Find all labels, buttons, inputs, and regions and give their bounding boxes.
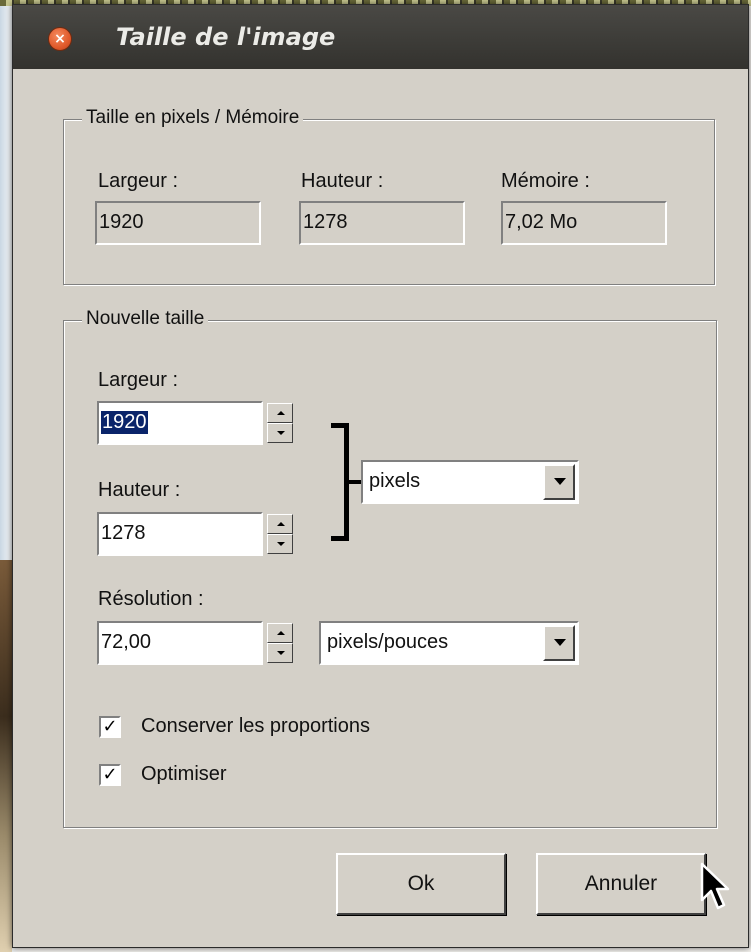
window-title: Taille de l'image	[116, 23, 336, 51]
current-width-value: 1920	[95, 201, 261, 245]
link-bracket-icon	[331, 423, 349, 541]
new-width-spinner[interactable]	[267, 403, 293, 443]
mouse-pointer-icon	[700, 862, 730, 910]
image-size-dialog: × Taille de l'image Taille en pixels / M…	[12, 4, 749, 948]
new-height-input[interactable]: 1278	[97, 512, 263, 556]
keep-proportions-label[interactable]: Conserver les proportions	[141, 715, 370, 738]
size-unit-value: pixels	[369, 470, 421, 492]
new-size-legend: Nouvelle taille	[82, 308, 209, 330]
new-height-label: Hauteur :	[98, 479, 181, 501]
resolution-value: 72,00	[101, 631, 152, 653]
title-bar: × Taille de l'image	[13, 5, 748, 69]
new-height-spinner[interactable]	[267, 514, 293, 554]
arrow-down-icon[interactable]	[267, 423, 293, 443]
arrow-down-icon[interactable]	[267, 534, 293, 554]
optimize-checkbox[interactable]: ✓	[99, 764, 121, 786]
optimize-label[interactable]: Optimiser	[141, 763, 227, 786]
memory-label: Mémoire :	[501, 170, 590, 192]
arrow-up-icon[interactable]	[267, 403, 293, 423]
close-icon[interactable]: ×	[48, 27, 72, 51]
new-width-label: Largeur :	[98, 369, 179, 391]
arrow-up-icon[interactable]	[267, 623, 293, 643]
new-size-group: Nouvelle taille	[63, 308, 717, 828]
current-height-value: 1278	[299, 201, 465, 245]
new-height-value: 1278	[101, 522, 146, 544]
keep-proportions-checkbox[interactable]: ✓	[99, 716, 121, 738]
resolution-unit-value: pixels/pouces	[327, 631, 449, 653]
size-unit-select[interactable]: pixels	[361, 460, 579, 504]
new-width-value: 1920	[101, 411, 148, 434]
chevron-down-icon[interactable]	[543, 464, 575, 500]
current-height-label: Hauteur :	[301, 170, 384, 192]
cancel-button[interactable]: Annuler	[536, 853, 706, 915]
memory-value: 7,02 Mo	[501, 201, 667, 245]
background-strip-left	[0, 560, 12, 952]
resolution-spinner[interactable]	[267, 623, 293, 663]
current-width-label: Largeur :	[98, 170, 179, 192]
resolution-label: Résolution :	[98, 588, 204, 610]
resolution-unit-select[interactable]: pixels/pouces	[319, 621, 579, 665]
ok-button[interactable]: Ok	[336, 853, 506, 915]
pixels-memory-legend: Taille en pixels / Mémoire	[82, 107, 304, 129]
resolution-input[interactable]: 72,00	[97, 621, 263, 665]
new-width-input[interactable]: 1920	[97, 401, 263, 445]
chevron-down-icon[interactable]	[543, 625, 575, 661]
arrow-up-icon[interactable]	[267, 514, 293, 534]
arrow-down-icon[interactable]	[267, 643, 293, 663]
